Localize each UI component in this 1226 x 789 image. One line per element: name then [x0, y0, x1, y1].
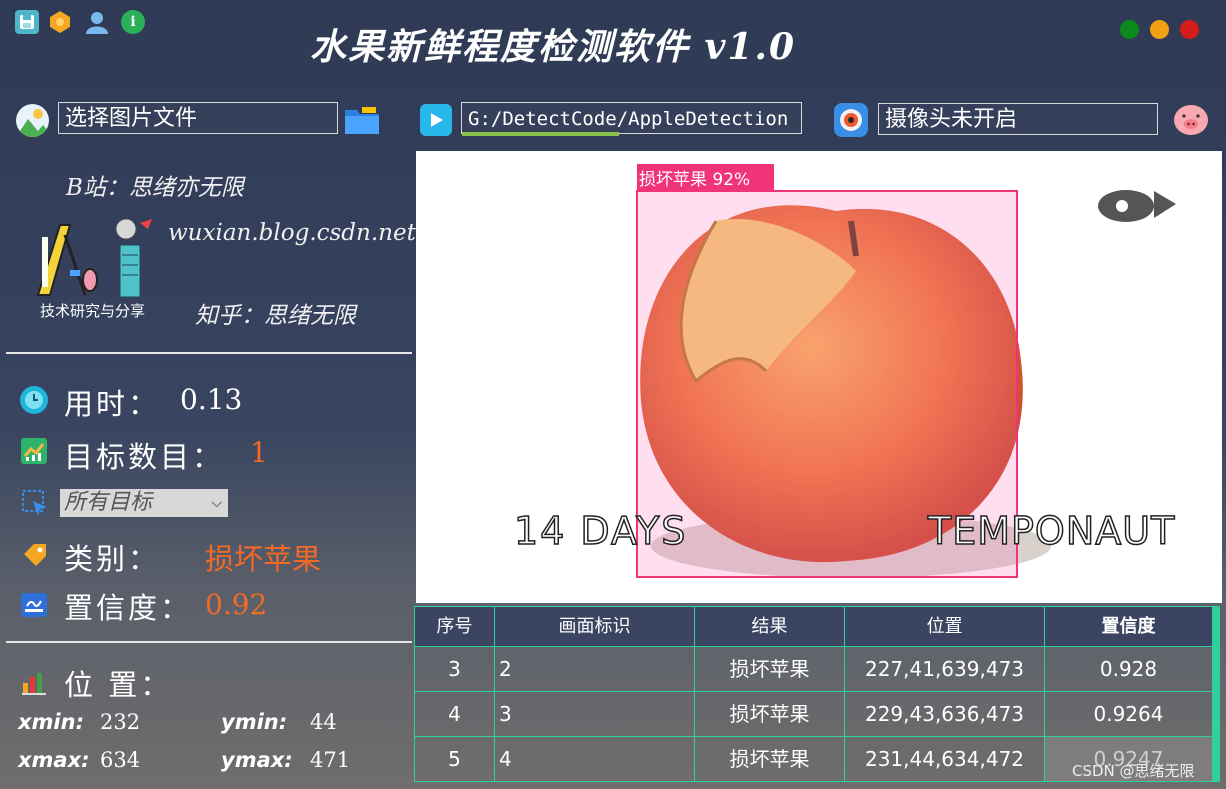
time-label: 用时： — [64, 387, 161, 421]
watermark: CSDN @思绪无限 — [1072, 762, 1195, 780]
col-position[interactable]: 位置 — [845, 607, 1045, 646]
divider-bottom — [6, 641, 412, 643]
class-label: 类别： — [64, 542, 161, 576]
divider-top — [6, 352, 412, 354]
position-label: 位 置： — [64, 668, 173, 702]
image-file-field[interactable]: 选择图片文件 — [58, 102, 338, 134]
eye-logo — [1098, 190, 1176, 222]
folder-icon[interactable] — [344, 104, 380, 136]
hexagon-icon[interactable] — [48, 10, 72, 34]
ymin-value: 44 — [310, 710, 337, 734]
class-value: 损坏苹果 — [205, 542, 322, 576]
xmax-label: xmax: — [18, 748, 90, 772]
pig-icon[interactable] — [1172, 102, 1210, 136]
xmin-label: xmin: — [18, 710, 84, 734]
zhihu-credit: 知乎：思绪无限 — [195, 303, 356, 329]
count-label: 目标数目： — [64, 440, 225, 474]
table-cell[interactable]: 损坏苹果 — [695, 646, 845, 691]
detection-image: 损坏苹果 92% 14 DAYS TEMPONAUT — [416, 151, 1222, 603]
video-progress-bar — [462, 132, 619, 136]
xmax-value: 634 — [100, 748, 141, 772]
camera-field[interactable]: 摄像头未开启 — [878, 103, 1158, 135]
confidence-icon — [21, 593, 47, 617]
table-cell[interactable]: 2 — [495, 646, 695, 691]
col-frame-id[interactable]: 画面标识 — [495, 607, 695, 646]
col-result[interactable]: 结果 — [695, 607, 845, 646]
window-minimize-button[interactable] — [1120, 20, 1139, 39]
save-icon[interactable] — [15, 10, 39, 34]
table-cell[interactable]: 4 — [495, 736, 695, 781]
col-index[interactable]: 序号 — [415, 607, 495, 646]
bilibili-credit: B站：思绪亦无限 — [66, 175, 244, 201]
table-cell[interactable]: 231,44,634,472 — [845, 736, 1045, 781]
target-select-value: 所有目标 — [64, 490, 153, 515]
table-cell[interactable]: 损坏苹果 — [695, 691, 845, 736]
logo: 技术研究与分享 — [30, 215, 155, 320]
table-cell[interactable]: 229,43,636,473 — [845, 691, 1045, 736]
table-cell[interactable]: 0.9264 — [1045, 691, 1213, 736]
table-cell[interactable]: 227,41,639,473 — [845, 646, 1045, 691]
image-text-left: 14 DAYS — [513, 508, 688, 554]
table-cell[interactable]: 3 — [495, 691, 695, 736]
blog-credit: wuxian.blog.csdn.net — [168, 220, 416, 246]
confidence-value: 0.92 — [205, 588, 268, 621]
detection-label: 损坏苹果 92% — [639, 170, 751, 190]
chevron-down-icon: ⌵ — [211, 495, 222, 511]
count-value: 1 — [250, 436, 268, 469]
col-confidence[interactable]: 置信度 — [1045, 607, 1213, 646]
select-target-icon — [21, 489, 49, 517]
confidence-label: 置信度： — [64, 591, 193, 625]
clock-icon — [20, 386, 48, 414]
time-value: 0.13 — [180, 383, 243, 416]
image-file-icon[interactable] — [16, 104, 49, 137]
xmin-value: 232 — [100, 710, 141, 734]
video-path-field[interactable]: G:/DetectCode/AppleDetection — [461, 102, 802, 134]
target-select[interactable]: 所有目标 ⌵ — [60, 489, 228, 517]
app-title: 水果新鲜程度检测软件 v1.0 — [310, 26, 797, 68]
logo-caption: 技术研究与分享 — [39, 302, 145, 320]
chart-icon — [21, 438, 47, 464]
user-icon[interactable] — [85, 10, 109, 34]
ymax-value: 471 — [310, 748, 351, 772]
table-cell[interactable]: 3 — [415, 646, 495, 691]
table-scrollbar[interactable] — [1212, 607, 1219, 782]
video-play-icon[interactable] — [420, 104, 452, 136]
bar-chart-icon — [21, 669, 47, 695]
ymin-label: ymin: — [221, 710, 288, 734]
tag-icon — [21, 541, 49, 569]
table-cell[interactable]: 损坏苹果 — [695, 736, 845, 781]
table-cell[interactable]: 0.928 — [1045, 646, 1213, 691]
info-icon[interactable]: i — [121, 10, 145, 34]
image-text-right: TEMPONAUT — [927, 508, 1176, 554]
table-cell[interactable]: 4 — [415, 691, 495, 736]
result-table[interactable]: 序号 画面标识 结果 位置 置信度 3 2 损坏苹果 227,41,639,47… — [414, 606, 1220, 782]
camera-icon[interactable] — [834, 103, 868, 137]
ymax-label: ymax: — [221, 748, 293, 772]
table-cell[interactable]: 5 — [415, 736, 495, 781]
window-close-button[interactable] — [1180, 20, 1199, 39]
window-maximize-button[interactable] — [1150, 20, 1169, 39]
